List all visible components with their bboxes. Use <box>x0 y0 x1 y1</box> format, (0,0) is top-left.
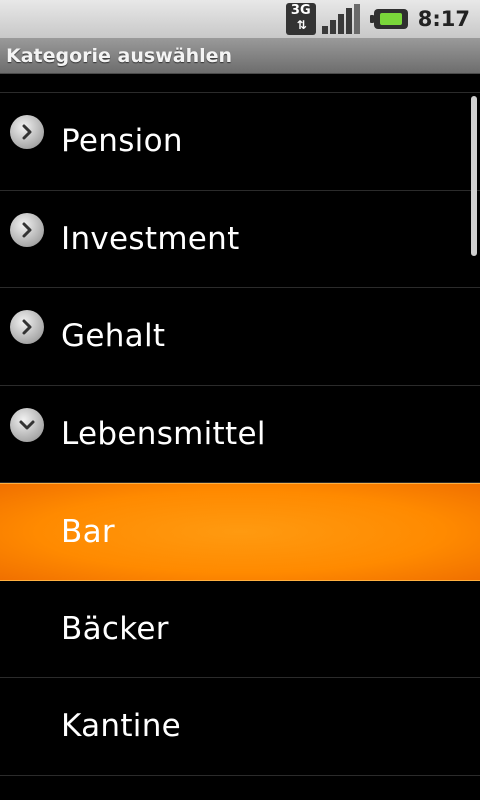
status-time: 8:17 <box>417 7 470 31</box>
scrollbar[interactable] <box>471 96 477 256</box>
list-item-label: Pension <box>61 123 183 160</box>
chevron-down-icon <box>10 407 44 442</box>
list-item-lebensmittel[interactable]: Lebensmittel <box>0 386 480 483</box>
dialog-title: Kategorie auswählen <box>6 44 233 67</box>
list-item-gehalt[interactable]: Gehalt <box>0 288 480 386</box>
dialog-title-bar: Kategorie auswählen <box>0 38 480 74</box>
list-item-label: Bäcker <box>61 610 169 647</box>
list-item-kantine[interactable]: Kantine <box>0 678 480 776</box>
category-list[interactable]: Pension Investment Gehalt Lebensmittel B… <box>0 92 480 800</box>
network-label: 3G <box>290 3 311 18</box>
list-item-label: Bar <box>61 513 115 550</box>
list-item-bar[interactable]: Bar <box>0 483 480 581</box>
status-bar: 3G ⇅ 8:17 <box>0 0 480 38</box>
signal-strength-icon <box>321 4 360 34</box>
chevron-right-icon <box>10 310 44 344</box>
list-item-label: Investment <box>61 220 240 257</box>
list-item-label: Lebensmittel <box>61 415 266 452</box>
list-item-label: Kantine <box>61 708 182 745</box>
chevron-right-icon <box>10 115 44 149</box>
list-item-baecker[interactable]: Bäcker <box>0 581 480 678</box>
list-item-pension[interactable]: Pension <box>0 93 480 191</box>
list-item-label: Gehalt <box>61 318 166 355</box>
network-3g-icon: 3G ⇅ <box>285 3 316 35</box>
battery-charging-icon <box>366 4 408 34</box>
chevron-right-icon <box>10 212 44 247</box>
list-item-investment[interactable]: Investment <box>0 191 480 288</box>
